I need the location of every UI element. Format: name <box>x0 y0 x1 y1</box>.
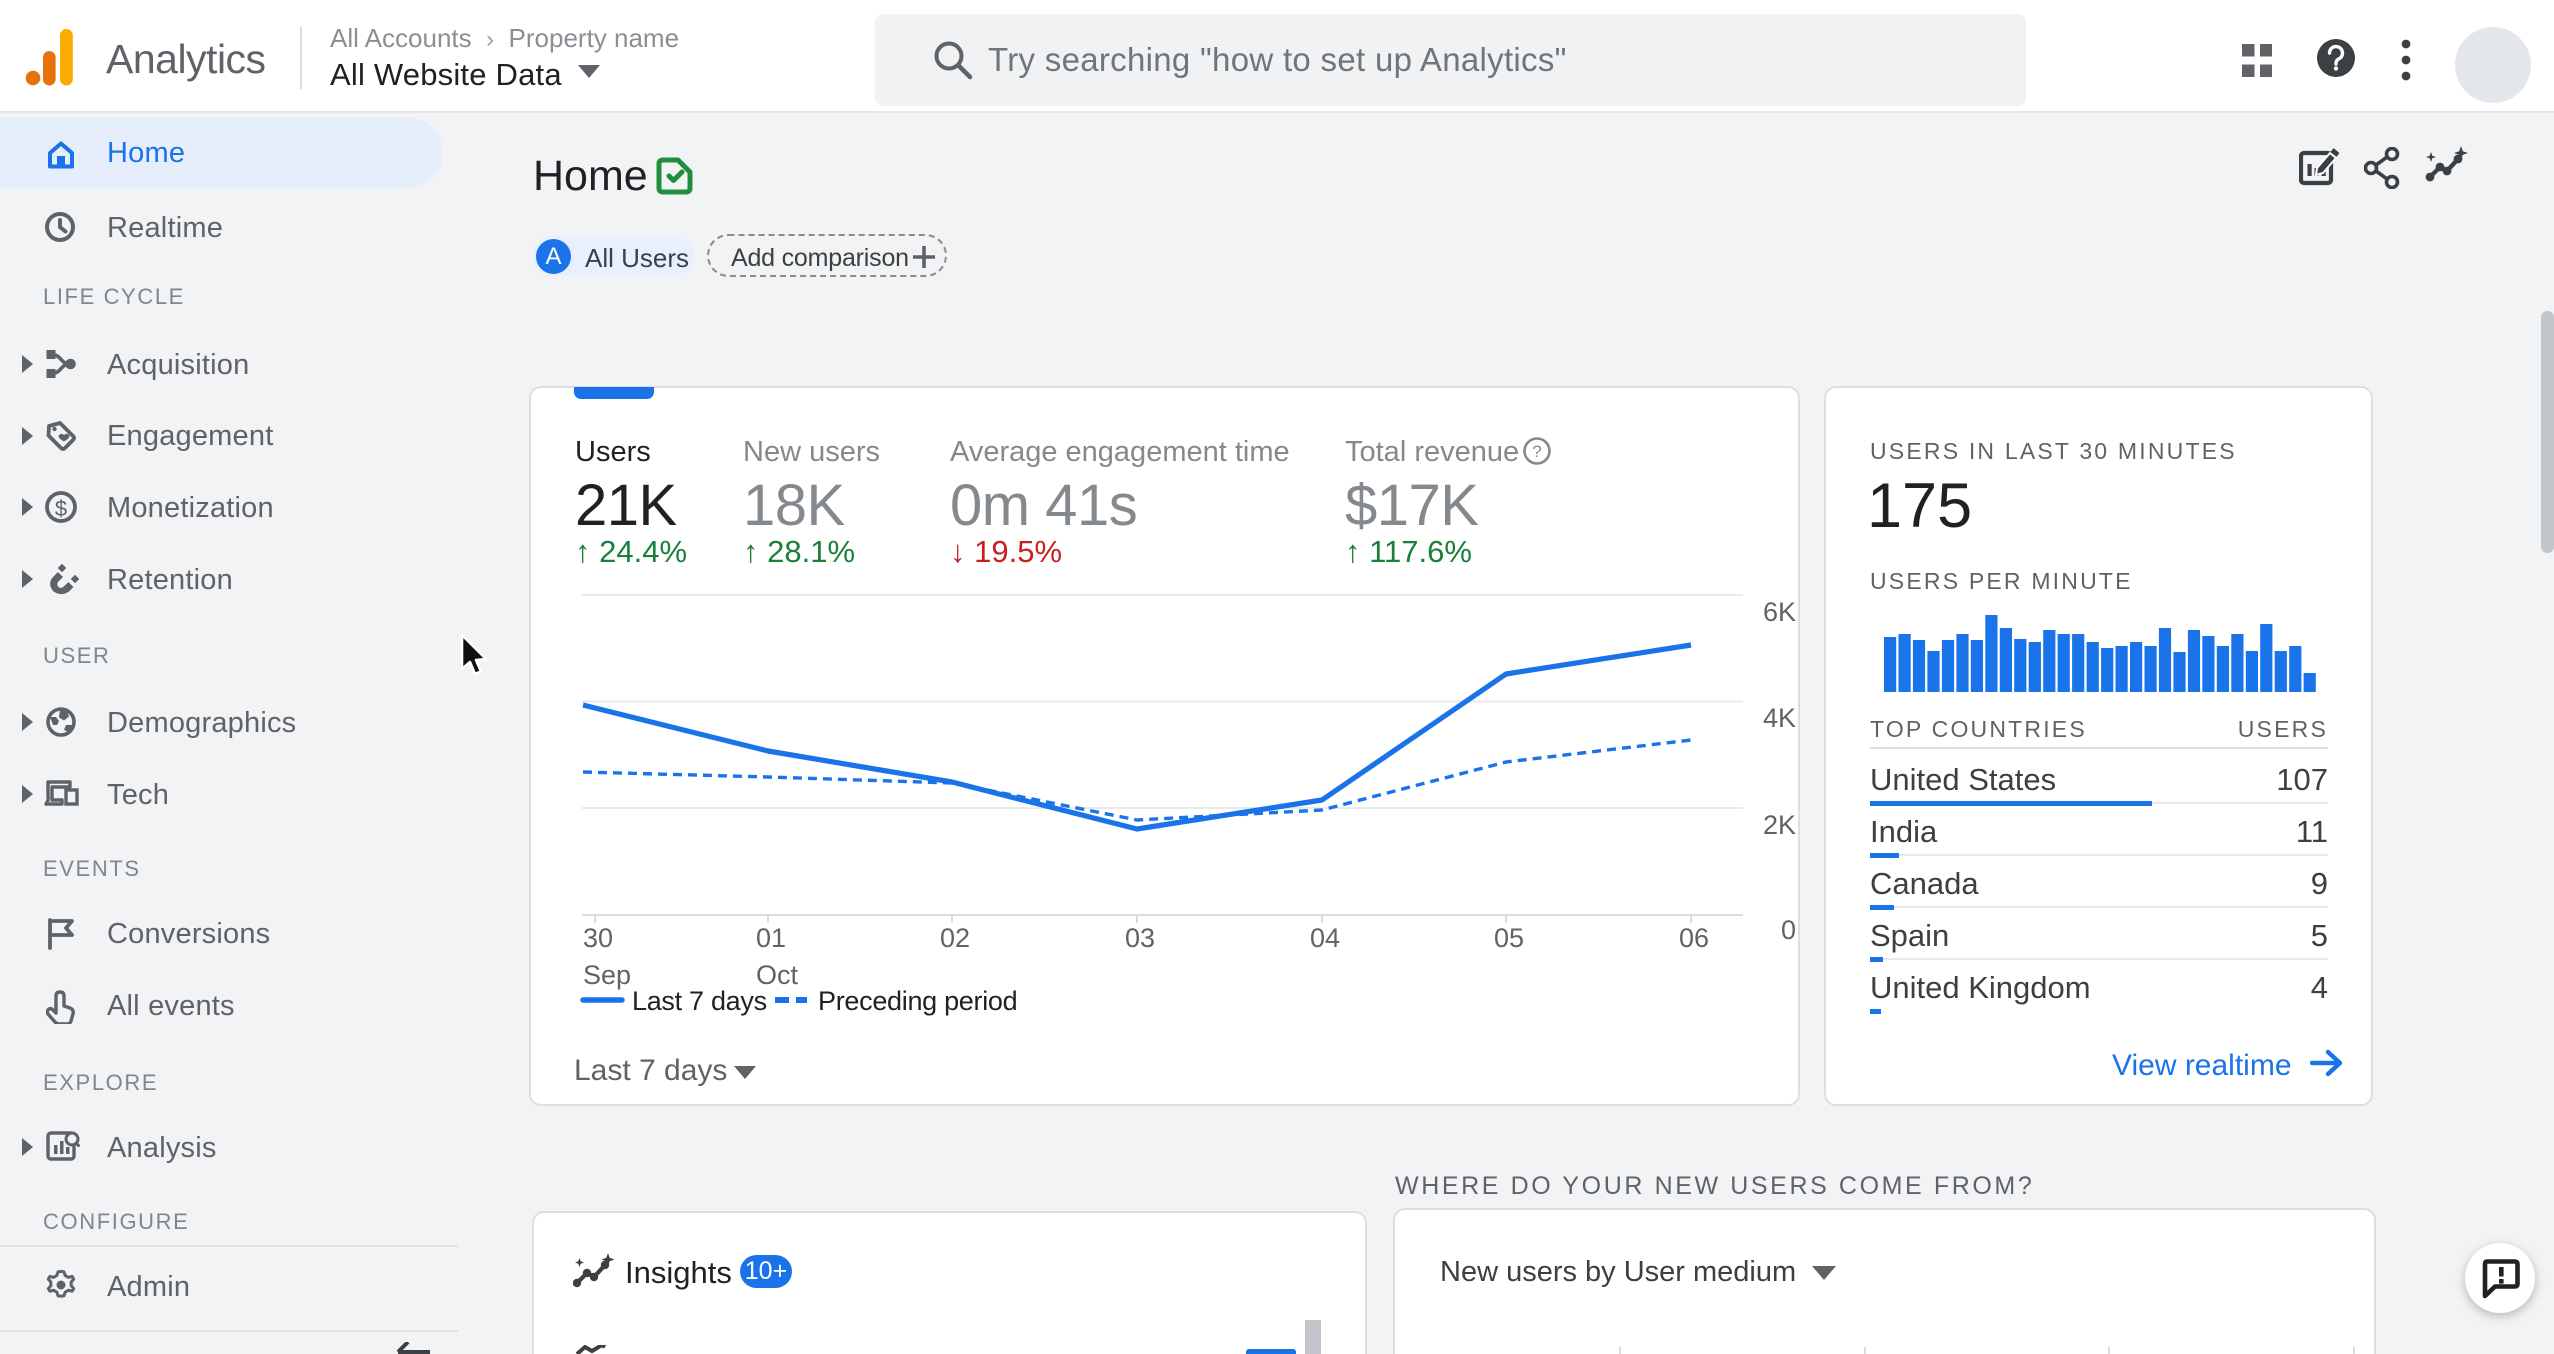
svg-text:2K: 2K <box>1763 810 1796 840</box>
svg-text:04: 04 <box>1310 923 1340 953</box>
svg-text:06: 06 <box>1679 923 1709 953</box>
svg-text:02: 02 <box>940 923 970 953</box>
svg-text:0: 0 <box>1781 915 1796 945</box>
svg-text:30: 30 <box>583 923 613 953</box>
svg-text:6K: 6K <box>1763 597 1796 627</box>
svg-text:03: 03 <box>1125 923 1155 953</box>
svg-text:05: 05 <box>1494 923 1524 953</box>
svg-text:Last 7 days: Last 7 days <box>632 986 767 1016</box>
svg-text:Last 7 days: Last 7 days <box>574 1054 727 1087</box>
svg-text:$: $ <box>55 496 67 521</box>
svg-text:Sep: Sep <box>583 960 631 990</box>
svg-text:01: 01 <box>756 923 786 953</box>
svg-text:Preceding period: Preceding period <box>818 986 1017 1016</box>
